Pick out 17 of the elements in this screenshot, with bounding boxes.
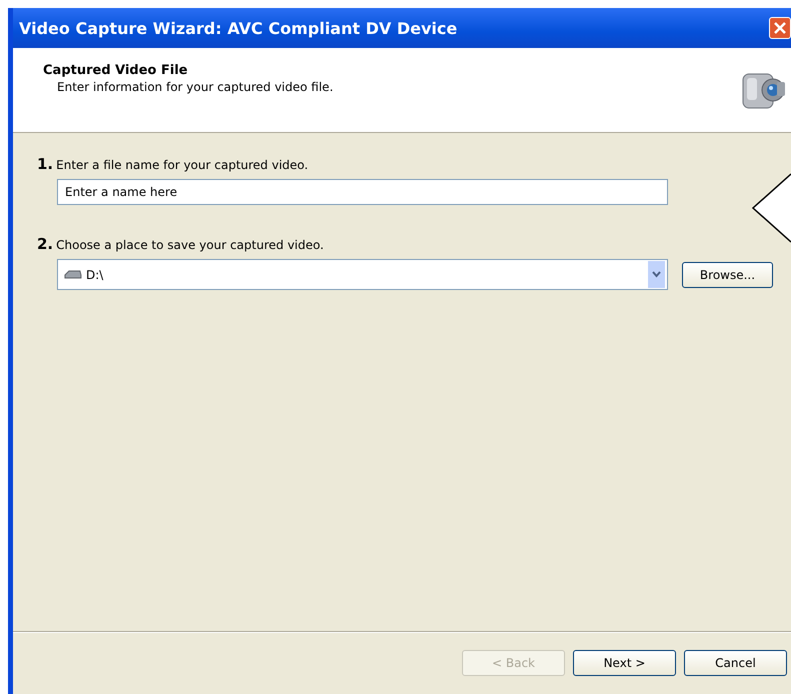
dropdown-value: D:\ xyxy=(86,268,104,282)
page-title: Captured Video File xyxy=(43,63,189,78)
location-dropdown[interactable]: D:\ xyxy=(57,259,668,290)
step-number: 2. xyxy=(37,235,54,253)
window-title: Video Capture Wizard: AVC Compliant DV Device xyxy=(19,18,458,38)
step-label: Enter a file name for your captured video. xyxy=(56,158,308,172)
callout-pointer xyxy=(751,173,791,243)
close-button[interactable] xyxy=(769,17,791,39)
step-number: 1. xyxy=(37,155,54,173)
wizard-button[interactable]: Next > xyxy=(573,650,676,676)
browse-button[interactable]: Browse... xyxy=(682,262,773,288)
wizard-button[interactable]: Cancel xyxy=(684,650,787,676)
file-name-field[interactable]: Enter a name here xyxy=(57,179,668,205)
drive-icon xyxy=(64,270,82,280)
page-subtitle: Enter information for your captured video file. xyxy=(57,80,334,94)
close-icon xyxy=(773,21,787,35)
step-label: Choose a place to save your captured video. xyxy=(56,238,324,252)
